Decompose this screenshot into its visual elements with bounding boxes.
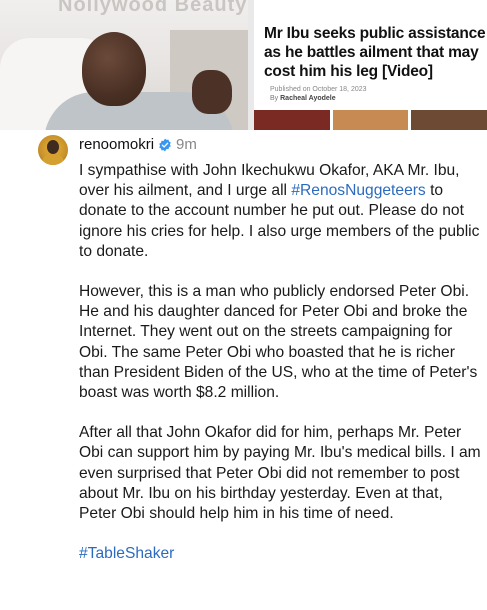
news-photo: Nollywood Beauty: [0, 0, 248, 130]
avatar-face: [47, 140, 59, 154]
paragraph-1: I sympathise with John Ikechukwu Okafor,…: [79, 161, 481, 262]
avatar[interactable]: [38, 135, 68, 165]
paragraph-3: After all that John Okafor did for him, …: [79, 424, 481, 523]
news-byline: By Racheal Ayodele: [270, 95, 336, 102]
person-hand: [192, 70, 232, 114]
post-caption: I sympathise with John Ikechukwu Okafor,…: [79, 161, 481, 584]
verified-badge-icon: [159, 138, 171, 151]
person-head: [82, 32, 146, 106]
news-thumbnail: [254, 110, 330, 130]
hashtag-link[interactable]: #TableShaker: [79, 545, 174, 562]
faded-title: Nollywood Beauty: [58, 0, 248, 16]
post-time: 9m: [176, 136, 197, 153]
hashtag-link[interactable]: #RenosNuggeteers: [291, 182, 425, 199]
news-headline: Mr Ibu seeks public assistance as he bat…: [264, 25, 486, 80]
post-header: renoomokri 9m: [79, 136, 197, 153]
news-thumbnail: [332, 110, 409, 130]
byline-author: Racheal Ayodele: [280, 95, 336, 102]
username[interactable]: renoomokri: [79, 136, 154, 153]
post: renoomokri 9m I sympathise with John Ike…: [0, 130, 487, 610]
news-screenshot: Nollywood Beauty Mr Ibu seeks public ass…: [0, 0, 487, 130]
avatar-body: [42, 153, 64, 165]
news-thumbnails: [254, 110, 487, 130]
hashtag-tableshaker: #TableShaker: [79, 544, 481, 564]
paragraph-2: However, this is a man who publicly endo…: [79, 283, 478, 402]
news-published-date: Published on October 18, 2023: [270, 86, 367, 93]
news-thumbnail: [411, 110, 487, 130]
byline-prefix: By: [270, 95, 281, 102]
news-article: Mr Ibu seeks public assistance as he bat…: [254, 0, 487, 130]
